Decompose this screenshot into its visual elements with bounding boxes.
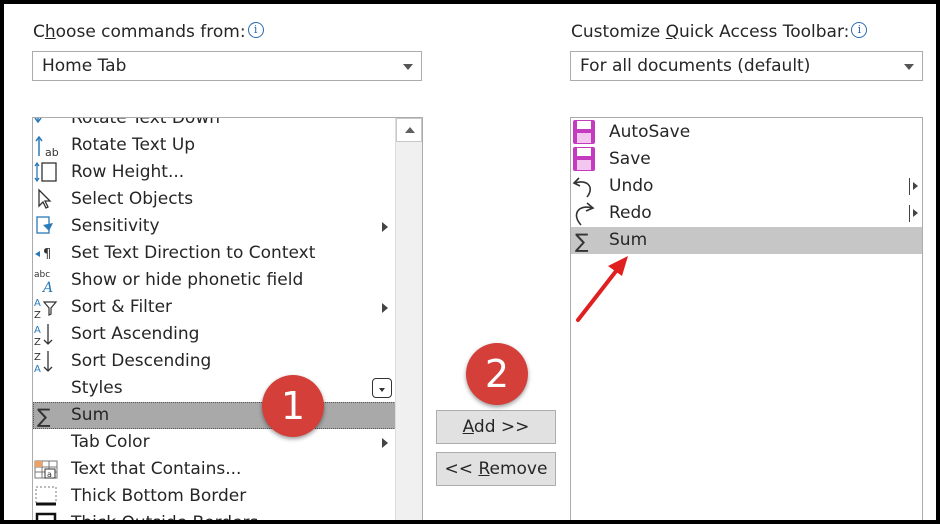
list-item[interactable]: Select Objects [33,186,396,213]
list-item-label: Sort Descending [71,351,212,371]
styles-icon [33,375,65,402]
list-item[interactable]: ∑ Sum [33,402,396,429]
list-item-label: Rotate Text Up [71,135,196,155]
gallery-expand-icon [372,378,392,398]
sum-icon: ∑ [33,402,65,429]
sort-descending-icon: ZA [33,348,65,375]
rotate-text-down-icon: ab [33,117,65,132]
step-badge-1: 1 [262,375,324,437]
list-item[interactable]: AutoSave [571,119,922,146]
text-contains-icon: a [33,456,65,483]
submenu-arrow-icon [909,178,918,195]
add-button[interactable]: Add >> [436,410,556,444]
chevron-down-icon[interactable] [904,64,914,70]
list-item-label: Sum [71,405,110,425]
submenu-arrow-icon [382,222,388,232]
undo-icon [571,173,603,200]
list-item[interactable]: ¶ Set Text Direction to Context [33,240,396,267]
svg-text:Z: Z [34,310,41,321]
svg-text:Z: Z [34,337,41,348]
submenu-arrow-icon [382,303,388,313]
list-item[interactable]: Tab Color [33,429,396,456]
customize-qat-dialog: Choose commands from: i Home Tab Customiz… [4,4,936,520]
commands-list[interactable]: ab Rotate Text Down ab Rotate Text Up Row He… [32,117,423,520]
list-item[interactable]: A Z Sort & Filter [33,294,396,321]
dropdown-value: For all documents (default) [580,56,811,76]
choose-commands-dropdown[interactable]: Home Tab [32,51,422,81]
svg-text:ab: ab [43,117,55,120]
list-item-label: Tab Color [71,432,150,452]
sensitivity-icon [33,213,65,240]
list-item[interactable]: Save [571,146,922,173]
list-item[interactable]: Thick Bottom Border [33,483,396,510]
annotation-arrow [576,256,628,322]
list-item[interactable]: Row Height... [33,159,396,186]
customize-qat-dropdown[interactable]: For all documents (default) [570,51,923,81]
list-item-label: Save [609,149,651,169]
list-item-label: Thick Bottom Border [71,486,247,506]
list-item[interactable]: Sensitivity [33,213,396,240]
submenu-arrow-icon [909,205,918,222]
svg-text:A: A [34,325,41,336]
rotate-text-up-icon: ab [33,132,65,159]
list-item[interactable]: A Z Sort Ascending [33,321,396,348]
step-badge-2: 2 [466,343,528,405]
save-icon [571,146,603,173]
svg-text:Z: Z [34,352,41,363]
chevron-down-icon[interactable] [403,64,413,70]
tab-color-icon [33,429,65,456]
choose-commands-label: Choose commands from: i [33,22,264,42]
scroll-up-button[interactable] [396,118,422,142]
svg-text:∑: ∑ [37,404,51,428]
list-item[interactable]: Styles [33,375,396,402]
text-direction-icon: ¶ [33,240,65,267]
list-item-label: Thick Outside Borders [71,513,258,520]
redo-icon [571,200,603,227]
list-item-label: Sensitivity [71,216,160,236]
list-item[interactable]: a Text that Contains... [33,456,396,483]
list-item[interactable]: Redo [571,200,922,227]
list-item-label: Row Height... [71,162,185,182]
list-item-label: Sort & Filter [71,297,173,317]
info-icon[interactable]: i [851,22,868,38]
svg-text:A: A [34,298,41,309]
customize-qat-label: Customize Quick Access Toolbar: i [571,22,868,42]
list-item-label: AutoSave [609,122,691,142]
svg-text:a: a [47,470,52,479]
list-item-label: Styles [71,378,123,398]
select-objects-icon [33,186,65,213]
list-item[interactable]: Z A Sort Descending [33,348,396,375]
list-item[interactable]: Undo [571,173,922,200]
svg-text:abc: abc [34,270,50,280]
svg-text:A: A [41,280,53,294]
list-item-label: Undo [609,176,654,196]
remove-button[interactable]: << Remove [436,452,556,486]
dropdown-value: Home Tab [42,56,127,76]
info-icon[interactable]: i [247,22,264,38]
svg-text:A: A [34,364,41,375]
sort-ascending-icon: AZ [33,321,65,348]
list-item-label: Show or hide phonetic field [71,270,304,290]
phonetic-field-icon: abc A [33,267,65,296]
vertical-scrollbar[interactable] [395,118,422,520]
thick-bottom-border-icon [33,483,65,510]
list-item-label: Redo [609,203,652,223]
save-icon [571,119,603,146]
list-item[interactable]: abc A Show or hide phonetic field [33,267,396,296]
svg-text:ab: ab [45,146,59,159]
list-item[interactable]: ab Rotate Text Down [33,117,396,132]
list-item-label: Rotate Text Down [71,117,221,128]
svg-text:¶: ¶ [43,247,51,262]
submenu-arrow-icon [382,438,388,448]
list-item-label: Set Text Direction to Context [71,243,316,263]
list-item[interactable]: Thick Outside Borders [33,510,396,520]
row-height-icon [33,159,65,186]
list-item-label: Text that Contains... [71,459,242,479]
thick-outside-borders-icon [33,510,65,520]
sort-filter-icon: AZ [33,294,65,321]
list-item[interactable]: ab Rotate Text Up [33,132,396,159]
list-item-label: Sort Ascending [71,324,200,344]
list-item-label: Select Objects [71,189,194,209]
